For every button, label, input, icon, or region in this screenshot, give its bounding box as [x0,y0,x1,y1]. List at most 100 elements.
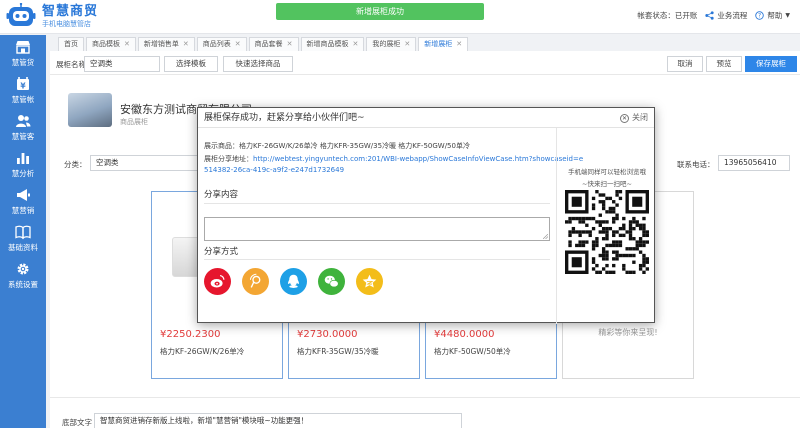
svg-text:?: ? [758,14,761,20]
tab-new-product-template[interactable]: 新增商品模板 ✕ [300,37,365,51]
toolbar: 展柜名称 空调类 选择模板 快速选择商品 取消 预览 保存展柜 [50,51,800,75]
tab-new-showcase[interactable]: 新增展柜 ✕ [418,37,469,51]
empty-slot-text: 精彩等你来呈现! [598,328,658,337]
category-input[interactable]: 空调类 [90,155,198,171]
sidebar-item-ledger[interactable]: ¥ 慧管帐 [0,72,46,109]
phone-input[interactable]: 13965056410 [718,155,790,171]
sidebar-item-label: 基础资料 [8,243,38,252]
sidebar-item-customers[interactable]: 慧管客 [0,109,46,146]
phone-label: 联系电话： [677,160,715,169]
account-status: 帐套状态：已开账 [637,11,698,20]
business-process-label: 业务流程 [717,11,748,20]
qzone-icon[interactable] [356,268,383,295]
close-icon[interactable]: ✕ [183,38,189,51]
share-dialog: 展柜保存成功，赶紧分享给小伙伴们吧~ ✕ 关闭 展示商品：格力KF-26GW/K… [197,107,655,324]
logo-title: 智慧商贸 [42,4,99,19]
sidebar-item-label: 慧营销 [11,206,35,215]
divider [204,259,550,260]
product-price: ¥2250.2300 [160,329,221,340]
cancel-button[interactable]: 取消 [667,56,703,72]
svg-text:¥: ¥ [20,82,26,91]
logo[interactable]: 智慧商贸 手机电脑慧管店 [6,2,99,30]
robot-logo-icon [6,2,36,30]
share-method-heading: 分享方式 [204,247,239,257]
products-label: 展示商品： [204,142,239,150]
share-link-label: 展柜分享地址： [204,155,253,163]
qr-tip-line2: ~快来扫一扫吧~ [582,180,632,188]
tab-product-template[interactable]: 商品模板 ✕ [86,37,136,51]
help-menu[interactable]: ? 帮助 ▼ [755,10,790,21]
sidebar: 慧管货 ¥ 慧管帐 慧管客 慧分析 慧营销 基础资料 系统设置 [0,35,46,428]
close-button[interactable]: ✕ 关闭 [620,108,648,128]
tab-label: 商品模板 [92,40,120,48]
qq-icon[interactable] [280,268,307,295]
share-link-line: 展柜分享地址：http://webtest.yingyuntech.com:20… [204,154,583,164]
preview-button[interactable]: 预览 [706,56,742,72]
resize-handle-icon[interactable] [543,234,548,239]
close-label: 关闭 [632,113,648,122]
close-icon[interactable]: ✕ [124,38,130,51]
qr-code-image [565,190,649,274]
shop-type: 商品展柜 [120,118,148,126]
top-header: 智慧商贸 手机电脑慧管店 新增展柜成功 帐套状态：已开账 业务流程 ? 帮助 ▼ [0,0,800,34]
tencent-weibo-icon[interactable] [242,268,269,295]
gear-icon [17,263,29,275]
chevron-down-icon: ▼ [785,12,790,19]
wechat-icon[interactable] [318,268,345,295]
share-link-continued[interactable]: 514382-26ca-419c-a9f2-e247d1732649 [204,166,344,174]
ledger-icon: ¥ [17,77,29,91]
tab-label: 首页 [64,40,78,48]
business-process-link[interactable]: 业务流程 [705,10,747,21]
flow-icon [705,11,715,20]
tab-my-showcase[interactable]: 我的展柜 ✕ [366,37,417,51]
tab-home[interactable]: 首页 [58,37,84,51]
close-icon[interactable]: ✕ [404,38,410,51]
megaphone-icon [17,189,30,201]
divider [204,203,550,204]
footer-text-input[interactable]: 智慧商贸进销存新版上线啦，新增"慧营销"模块哦~功能更强！ [94,413,462,428]
sidebar-item-label: 系统设置 [8,280,38,289]
share-content-textarea[interactable] [204,217,550,241]
close-icon[interactable]: ✕ [456,38,462,51]
tab-product-bundle[interactable]: 商品套餐 ✕ [248,37,299,51]
products-value: 格力KF-26GW/K/26单冷 格力KFR-35GW/35冷暖 格力KF-50… [239,142,470,150]
sidebar-item-goods[interactable]: 慧管货 [0,35,46,72]
tab-new-sales-order[interactable]: 新增销售单 ✕ [137,37,195,51]
tab-label: 商品列表 [202,40,231,48]
help-icon: ? [755,11,765,20]
tab-label: 我的展柜 [372,40,401,48]
sidebar-item-label: 慧管货 [11,58,35,67]
close-icon[interactable]: ✕ [235,38,241,51]
save-showcase-button[interactable]: 保存展柜 [745,56,797,72]
shop-logo-image [68,93,112,127]
help-label: 帮助 [767,11,783,20]
select-template-button[interactable]: 选择模板 [164,56,218,72]
product-name: 格力KF-50GW/50单冷 [434,347,511,356]
sidebar-item-analysis[interactable]: 慧分析 [0,146,46,183]
products-line: 展示商品：格力KF-26GW/K/26单冷 格力KFR-35GW/35冷暖 格力… [204,141,470,151]
sidebar-item-label: 慧管客 [11,132,35,141]
sidebar-item-settings[interactable]: 系统设置 [0,257,46,294]
tab-label: 新增商品模板 [306,40,349,48]
share-link[interactable]: http://webtest.yingyuntech.com:201/WBI-w… [253,155,583,163]
sidebar-item-marketing[interactable]: 慧营销 [0,183,46,220]
bar-chart-icon [17,153,29,164]
tab-label: 新增销售单 [143,40,179,48]
sidebar-item-basic-data[interactable]: 基础资料 [0,220,46,257]
category-label: 分类： [64,160,87,169]
tab-product-list[interactable]: 商品列表 ✕ [196,37,247,51]
product-price: ¥2730.0000 [297,329,358,340]
close-icon[interactable]: ✕ [287,38,293,51]
close-icon[interactable]: ✕ [353,38,359,51]
weibo-icon[interactable] [204,268,231,295]
dialog-header: 展柜保存成功，赶紧分享给小伙伴们吧~ ✕ 关闭 [198,108,654,128]
tab-label: 商品套餐 [254,40,283,48]
product-price: ¥4480.0000 [434,329,495,340]
sidebar-item-label: 慧分析 [11,169,35,178]
showcase-name-input[interactable]: 空调类 [84,56,160,72]
logo-subtitle: 手机电脑慧管店 [42,20,91,28]
quick-select-products-button[interactable]: 快速选择商品 [223,56,293,72]
dialog-title: 展柜保存成功，赶紧分享给小伙伴们吧~ [204,113,365,123]
tab-label: 新增展柜 [424,40,453,48]
users-icon [16,115,31,127]
